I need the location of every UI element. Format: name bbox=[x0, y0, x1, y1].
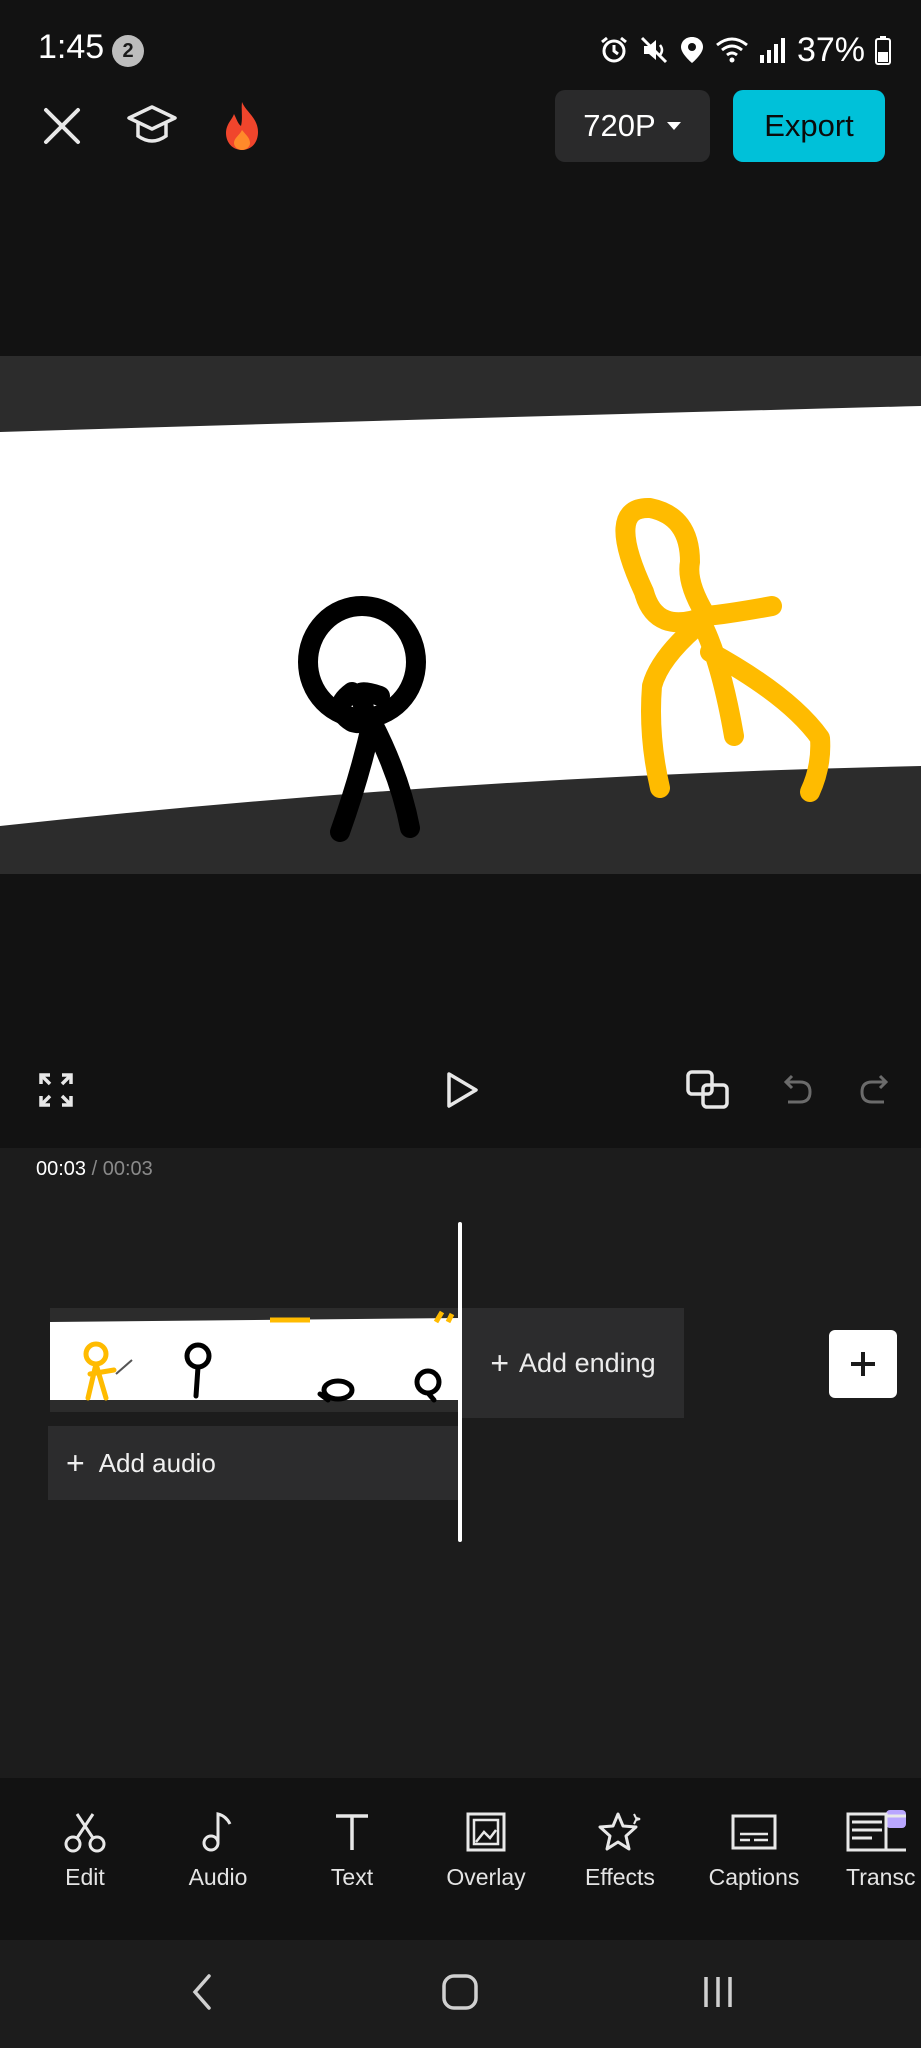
plus-icon: + bbox=[490, 1345, 510, 1381]
add-clip-button[interactable] bbox=[829, 1330, 897, 1398]
back-button[interactable] bbox=[180, 1970, 224, 2014]
recents-icon bbox=[704, 1977, 732, 2007]
plus-icon: + bbox=[66, 1445, 85, 1481]
export-button[interactable]: Export bbox=[733, 90, 885, 162]
add-audio-label: Add audio bbox=[98, 1447, 216, 1478]
system-nav-bar bbox=[0, 1940, 921, 2048]
battery-percent: 37% bbox=[796, 30, 865, 69]
star-icon bbox=[598, 1812, 641, 1851]
time-display: 00:03 / 00:03 bbox=[36, 1158, 153, 1181]
keyframe-button[interactable] bbox=[684, 1068, 732, 1112]
notification-badge: 2 bbox=[112, 35, 144, 67]
fullscreen-icon bbox=[39, 1073, 73, 1107]
tool-text[interactable]: Text bbox=[292, 1810, 412, 1910]
tool-label: Captions bbox=[708, 1864, 800, 1890]
alarm-icon bbox=[601, 36, 627, 63]
status-icons: 37% bbox=[599, 28, 891, 72]
signal-icon bbox=[759, 38, 785, 63]
redo-icon bbox=[860, 1074, 889, 1104]
play-button[interactable] bbox=[442, 1068, 482, 1112]
tool-label: Audio bbox=[188, 1864, 248, 1890]
tool-transcript[interactable]: Transc bbox=[846, 1810, 921, 1910]
player-controls bbox=[0, 1040, 921, 1140]
close-button[interactable] bbox=[38, 102, 86, 150]
tool-captions[interactable]: Captions bbox=[694, 1810, 814, 1910]
tutorial-button[interactable] bbox=[124, 98, 180, 154]
preview-frame-image bbox=[0, 356, 921, 874]
tool-label: Text bbox=[330, 1864, 374, 1890]
tool-audio[interactable]: Audio bbox=[158, 1810, 278, 1910]
undo-button[interactable] bbox=[776, 1070, 816, 1110]
home-icon bbox=[442, 1974, 478, 2010]
hot-button[interactable] bbox=[216, 98, 268, 154]
close-icon bbox=[44, 108, 80, 144]
current-time: 00:03 bbox=[36, 1158, 87, 1180]
timeline[interactable]: 00:03 / 00:03 + Add ending + Add audio bbox=[0, 1148, 921, 1778]
chevron-down-icon bbox=[666, 122, 681, 130]
tool-effects[interactable]: Effects bbox=[560, 1810, 680, 1910]
playhead[interactable] bbox=[458, 1222, 462, 1542]
text-icon bbox=[336, 1814, 368, 1850]
play-icon bbox=[447, 1072, 478, 1108]
top-toolbar: 720P Export bbox=[0, 88, 921, 188]
status-bar: 1:45 2 37% bbox=[0, 0, 921, 100]
redo-button[interactable] bbox=[856, 1070, 896, 1110]
clip-thumbnails bbox=[50, 1308, 460, 1412]
layers-icon bbox=[686, 1070, 729, 1109]
resolution-dropdown[interactable]: 720P bbox=[555, 90, 710, 162]
back-icon bbox=[192, 1974, 211, 2010]
resolution-label: 720P bbox=[583, 108, 656, 143]
tool-edit[interactable]: Edit bbox=[25, 1810, 145, 1910]
status-time: 1:45 bbox=[38, 28, 105, 66]
plus-icon bbox=[851, 1352, 875, 1376]
music-note-icon bbox=[202, 1812, 232, 1852]
tool-bar: Edit Audio Text Overlay Effects Captions… bbox=[0, 1800, 921, 1910]
time-separator: / bbox=[91, 1158, 98, 1180]
overlay-icon bbox=[466, 1812, 506, 1852]
fire-icon bbox=[226, 102, 258, 150]
tool-label: Overlay bbox=[446, 1864, 526, 1890]
tool-label: Edit bbox=[65, 1864, 105, 1890]
total-time: 00:03 bbox=[102, 1158, 153, 1180]
transcript-icon bbox=[846, 1810, 906, 1852]
tool-label: Transc bbox=[846, 1864, 916, 1890]
add-ending-button[interactable]: + Add ending bbox=[462, 1308, 684, 1418]
graduation-cap-icon bbox=[127, 105, 177, 143]
recents-button[interactable] bbox=[696, 1970, 740, 2014]
captions-icon bbox=[731, 1814, 777, 1850]
undo-icon bbox=[783, 1074, 812, 1104]
add-audio-button[interactable]: + Add audio bbox=[48, 1426, 458, 1500]
home-button[interactable] bbox=[436, 1968, 484, 2016]
scissors-icon bbox=[64, 1813, 106, 1853]
battery-icon bbox=[875, 36, 891, 65]
mute-icon bbox=[640, 36, 667, 64]
add-ending-label: Add ending bbox=[519, 1347, 656, 1378]
tool-label: Effects bbox=[585, 1864, 655, 1890]
wifi-icon bbox=[716, 37, 748, 63]
video-clip[interactable] bbox=[50, 1308, 460, 1412]
fullscreen-button[interactable] bbox=[36, 1070, 76, 1110]
location-icon bbox=[680, 37, 703, 63]
tool-overlay[interactable]: Overlay bbox=[426, 1810, 546, 1910]
video-preview[interactable] bbox=[0, 356, 921, 874]
